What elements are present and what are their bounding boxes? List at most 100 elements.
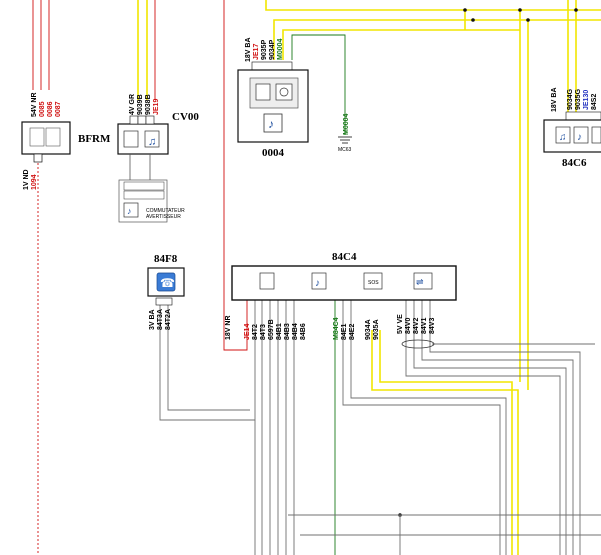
c84c4-left-connector: 18V NR [225, 315, 232, 340]
bfrm-top-connector: 54V NR [31, 92, 38, 117]
cv00-box [117, 123, 169, 155]
wire-yellow-5 [282, 29, 520, 60]
wire-label-84v0: 84V0 [405, 318, 412, 334]
wire-label-je19: JE19 [153, 99, 160, 115]
wire-84v0 [405, 300, 561, 555]
twisted-pair-marker [401, 339, 435, 349]
wire-label-84v3: 84V3 [429, 318, 436, 334]
wire-label-84b3: 84B3 [284, 323, 291, 340]
commutateur-pin-strip [123, 190, 165, 200]
phone-icon: ☎ [160, 276, 175, 290]
junction-dot [471, 18, 475, 22]
ground-wire-code: M0004 [343, 113, 350, 135]
wire-label-84v1: 84V1 [421, 318, 428, 334]
c0004-pin-strip [251, 61, 293, 71]
music-note-icon: ♫ [148, 136, 156, 148]
c84f8-pin-strip [155, 297, 173, 306]
c84c6-title: 84C6 [562, 157, 587, 169]
c84c4-component: 84C4 ♪ SOS ⇌ 18V NR JE14 84T2 84T3 6597B… [225, 251, 457, 340]
wire-yellow-3 [265, 0, 601, 11]
ground-symbol: M0004 MC63 [338, 113, 352, 153]
wire-label-84t3a: 84T3A [157, 309, 164, 330]
wire-84t3a [159, 300, 256, 421]
c84f8-title: 84F8 [154, 253, 178, 265]
cv00-component: 4V GR 9039B 9038B JE19 ♫ CV00 ♪ COMMUTAT… [117, 94, 199, 223]
c0004-screen-icon [255, 83, 271, 101]
cv00-pin-3 [145, 115, 155, 125]
wire-label-0085: 0085 [39, 101, 46, 117]
c0004-title: 0004 [262, 147, 285, 159]
cv00-pin-1 [129, 115, 139, 125]
wire-label-84t2a: 84T2A [165, 309, 172, 330]
wire-label-84e1: 84E1 [341, 324, 348, 340]
c84c4-title: 84C4 [332, 251, 357, 263]
c84c6-component: 18V BA 9034G 9035G JE130 84S2 ♫ ♪ 84C6 [543, 87, 601, 169]
lock-icon [591, 126, 601, 144]
wire-label-84b1: 84B1 [276, 323, 283, 340]
wire-label-84t2: 84T2 [252, 324, 259, 340]
c0004-connector: 18V BA [245, 37, 252, 62]
cv00-title: CV00 [172, 111, 199, 123]
wire-label-6597b: 6597B [268, 319, 275, 340]
wire-label-84v2: 84V2 [413, 318, 420, 334]
wire-label-je130: JE130 [583, 90, 590, 110]
bfrm-title: BFRM [78, 133, 111, 145]
wire-label-84b6: 84B6 [300, 323, 307, 340]
c84c6-connector: 18V BA [551, 87, 558, 112]
wire-label-je14: JE14 [244, 324, 251, 340]
wire-label-84s2: 84S2 [591, 94, 598, 110]
wire-yellow-7 [371, 330, 519, 555]
wire-label-9038b: 9038B [145, 94, 152, 115]
junction-dot [574, 8, 578, 12]
junctions [398, 8, 578, 517]
wire-label-1094: 1094 [31, 174, 38, 190]
c0004-radio-icon [275, 83, 293, 101]
usb-symbol: ⇌ [416, 277, 424, 287]
wire-label-9035g: 9035G [575, 88, 582, 110]
wire-label-m0004: M0004 [277, 38, 284, 60]
wire-84v3 [429, 300, 581, 555]
wire-label-je17: JE17 [253, 44, 260, 60]
wire-84v2 [413, 300, 567, 555]
music-note-icon: ♪ [268, 117, 274, 131]
junction-dot [463, 8, 467, 12]
c84c4-right-connector: 5V VE [397, 314, 404, 334]
wire-label-m84c4: M84C4 [333, 317, 340, 340]
wire-84v1 [421, 300, 574, 555]
wire-label-9034a: 9034A [365, 319, 372, 340]
sos-label: SOS [368, 280, 379, 286]
commutateur-label-2: AVERTISSEUR [146, 214, 181, 220]
wire-84t2a [167, 305, 250, 411]
commutateur-pin-strip [123, 181, 165, 191]
music-note-icon: ♪ [127, 206, 132, 216]
cv00-pin-2 [137, 115, 147, 125]
wire-label-9039b: 9039B [137, 94, 144, 115]
wire-label-84b4: 84B4 [292, 323, 299, 340]
wire-label-84e2: 84E2 [349, 324, 356, 340]
wire-label-9035a: 9035A [373, 319, 380, 340]
ground-label: MC63 [338, 147, 352, 153]
c84f8-component: 84F8 ☎ 3V BA 84T3A 84T2A [147, 253, 185, 330]
c84c6-pin-strip [565, 111, 601, 121]
wiring-diagram: 54V NR 0085 0086 0087 BFRM 1V ND 1094 4V… [21, 0, 601, 555]
junction-dot [518, 8, 522, 12]
red-wires [32, 0, 248, 555]
wire-yellow-4 [273, 19, 601, 60]
bfrm-tab [33, 153, 43, 163]
wire-label-9035p: 9035P [261, 39, 268, 60]
junction-dot [526, 18, 530, 22]
cv00-connector: 4V GR [129, 94, 136, 115]
music-note-icon: ♫ [559, 132, 567, 143]
bfrm-bottom-connector: 1V ND [23, 169, 30, 190]
bfrm-component: 54V NR 0085 0086 0087 BFRM 1V ND 1094 [21, 92, 111, 190]
voice-icon: ♪ [315, 278, 320, 289]
c84f8-connector: 3V BA [149, 309, 156, 330]
wire-label-84t3: 84T3 [260, 324, 267, 340]
wire-label-0087: 0087 [55, 101, 62, 117]
wire-label-9034p: 9034P [269, 39, 276, 60]
c84c4-icon-1 [259, 272, 275, 290]
c0004-component: 18V BA JE17 9035P 9034P M0004 ♪ 0004 [237, 37, 309, 159]
wire-label-0086: 0086 [47, 101, 54, 117]
wire-label-9034g: 9034G [567, 88, 574, 110]
music-note-icon: ♪ [577, 132, 582, 143]
